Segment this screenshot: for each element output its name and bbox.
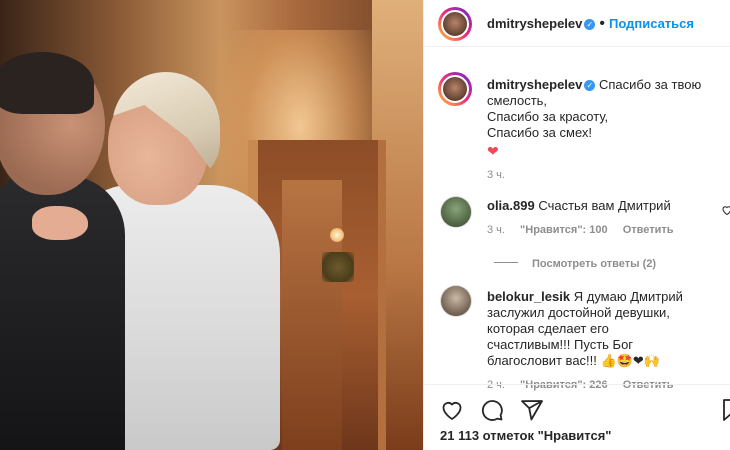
heart-icon[interactable]: [440, 398, 464, 422]
comment-like-heart-icon[interactable]: [721, 204, 730, 216]
comment-item: belokur_lesik Я думаю Дмитрий заслужил д…: [487, 289, 707, 391]
comment-emojis: 👍🤩❤🙌: [600, 353, 660, 368]
reply-button[interactable]: Ответить: [623, 224, 674, 236]
comment-text-5-row: благословит вас!!! 👍🤩❤🙌: [487, 353, 707, 369]
comment-text-4: счастливым!!! Пусть Бог: [487, 337, 634, 352]
view-replies-label[interactable]: Посмотреть ответы (2): [532, 258, 656, 270]
comment-meta: 3 ч. "Нравится": 100 Ответить: [487, 224, 707, 236]
share-icon[interactable]: [520, 398, 544, 422]
comment-item: olia.899 Счастья вам Дмитрий 3 ч. "Нрави…: [487, 198, 707, 236]
post-sidebar: dmitryshepelev ✓ • Подписаться dmitryshepel…: [423, 0, 730, 450]
caption-username[interactable]: dmitryshepelev: [487, 77, 582, 92]
photo-hand: [32, 206, 88, 240]
verified-icon: ✓: [584, 19, 596, 30]
photo-plant: [322, 252, 354, 282]
comment-text-5: благословит вас!!!: [487, 353, 597, 368]
caption-heart-emoji: ❤: [487, 143, 499, 159]
comment-text: Счастья вам Дмитрий: [538, 198, 671, 213]
post-header: dmitryshepelev ✓ • Подписаться: [424, 0, 730, 47]
comment-likes[interactable]: "Нравится": 100: [520, 224, 608, 236]
caption-avatar[interactable]: [438, 72, 472, 106]
author-avatar[interactable]: [438, 7, 472, 41]
caption-line-1: dmitryshepelev ✓ Спасибо за твою: [487, 77, 723, 93]
comment-text-1: Я думаю Дмитрий: [573, 289, 683, 304]
header-line: dmitryshepelev ✓ • Подписаться: [487, 15, 694, 33]
comment-body: olia.899 Счастья вам Дмитрий: [487, 198, 707, 214]
post-photo[interactable]: [0, 0, 423, 450]
comment-time[interactable]: 3 ч.: [487, 224, 505, 236]
comment-username[interactable]: olia.899: [487, 198, 535, 213]
view-replies[interactable]: Посмотреть ответы (2): [494, 254, 656, 272]
comment-text-2: заслужил достойной девушки,: [487, 305, 670, 320]
comment-username[interactable]: belokur_lesik: [487, 289, 570, 304]
photo-hallway: [282, 180, 342, 450]
caption: dmitryshepelev ✓ Спасибо за твою смелость…: [487, 77, 723, 181]
photo-man-hair: [0, 52, 94, 114]
comment-text-3: которая сделает его: [487, 321, 609, 336]
comment-icon[interactable]: [480, 398, 504, 422]
comment-avatar[interactable]: [440, 196, 472, 228]
replies-line: [494, 262, 518, 263]
caption-line-2: смелость,: [487, 93, 548, 108]
bookmark-icon[interactable]: [722, 398, 730, 422]
likes-count[interactable]: 21 113 отметок "Нравится": [440, 428, 611, 443]
comment-avatar[interactable]: [440, 285, 472, 317]
caption-text-1: Спасибо за твою: [599, 77, 702, 92]
follow-button[interactable]: Подписаться: [609, 16, 694, 31]
caption-line-4: Спасибо за смех!: [487, 125, 593, 140]
instagram-post: dmitryshepelev ✓ • Подписаться dmitryshepel…: [0, 0, 730, 450]
comment-body-line-1: belokur_lesik Я думаю Дмитрий: [487, 289, 707, 305]
author-username[interactable]: dmitryshepelev: [487, 16, 582, 31]
photo-lamp: [330, 228, 344, 242]
verified-icon: ✓: [584, 80, 596, 91]
caption-line-3: Спасибо за красоту,: [487, 109, 609, 124]
header-dot: •: [599, 15, 605, 32]
caption-time[interactable]: 3 ч.: [487, 169, 723, 181]
